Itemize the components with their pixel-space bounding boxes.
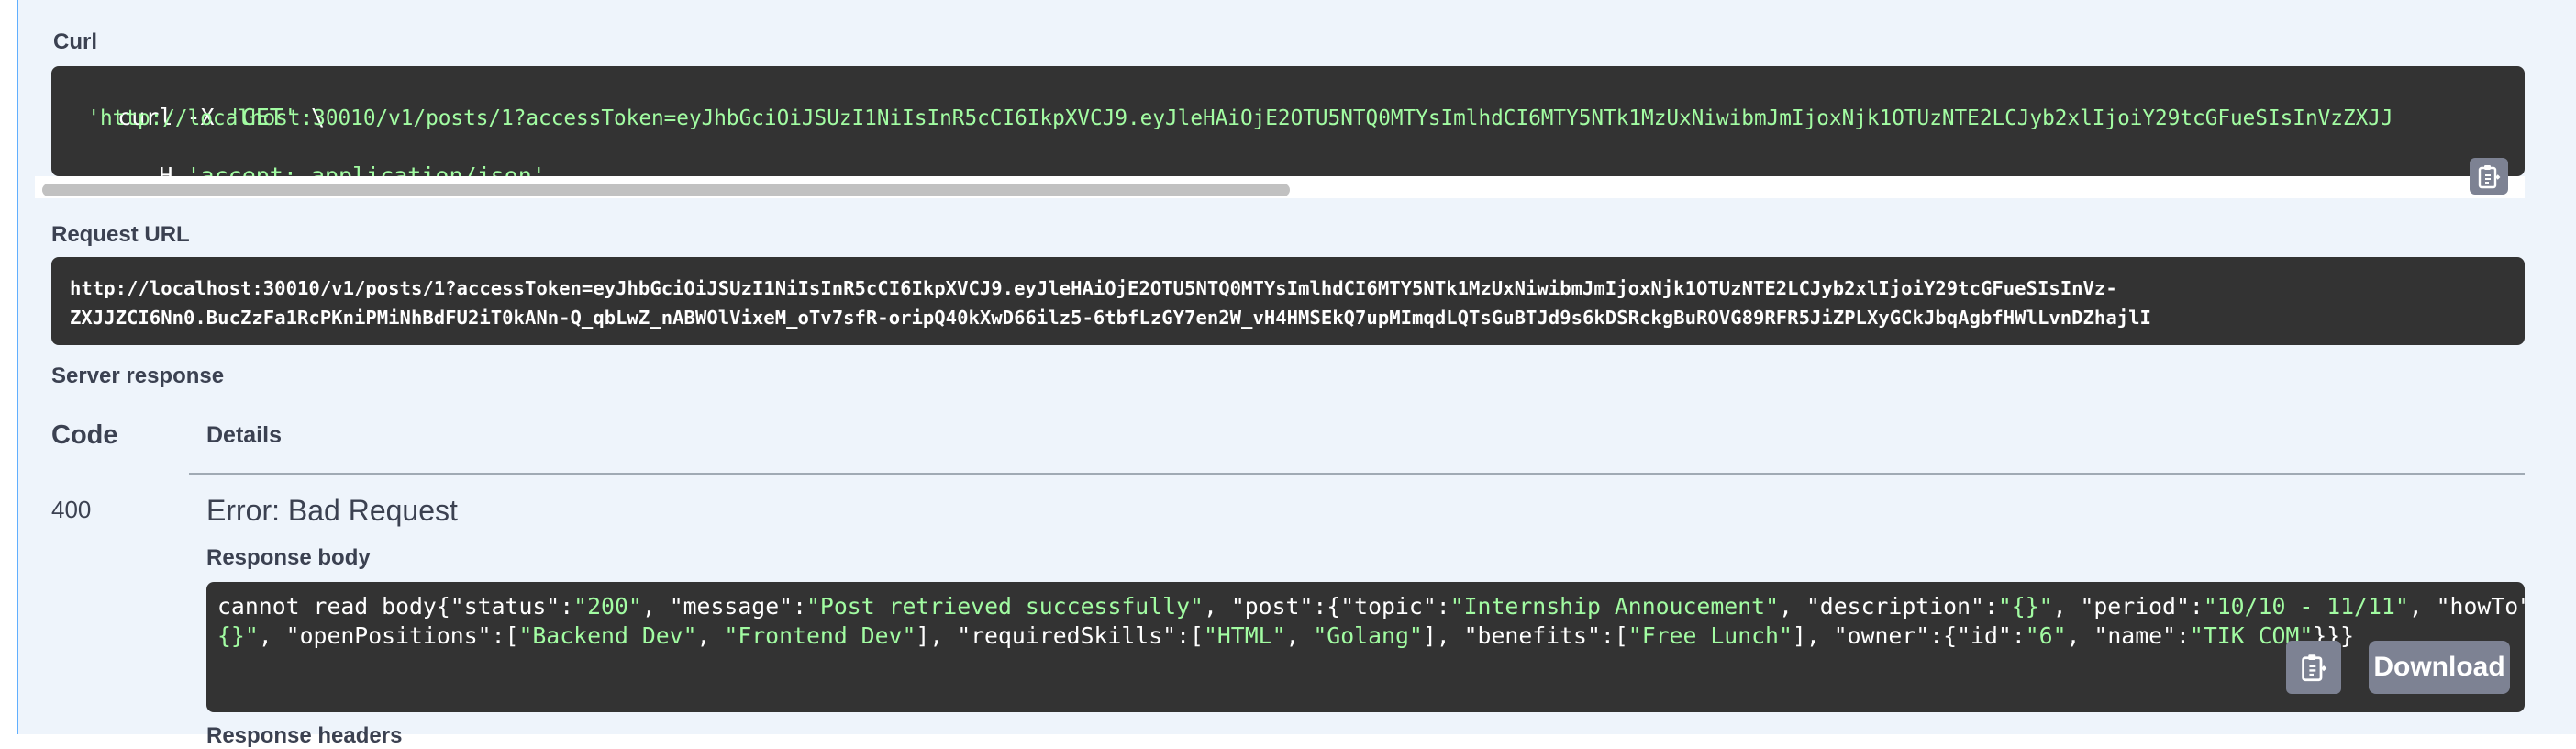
curl-header-flag: -H (117, 162, 187, 176)
response-copy-button[interactable] (2286, 641, 2341, 694)
response-body-token: ], (1792, 622, 1834, 649)
response-body-label: Response body (206, 545, 371, 570)
request-url-line-1: http://localhost:30010/v1/posts/1?access… (70, 277, 2117, 299)
response-body-token: "{}" (1997, 593, 2053, 620)
response-body-token: :[ (1600, 622, 1628, 649)
response-body-token: , (2052, 593, 2081, 620)
response-body-token: , (2066, 622, 2094, 649)
curl-horizontal-scrollbar[interactable] (35, 176, 2525, 198)
response-body-token: :[ (491, 622, 519, 649)
response-body-token: , (258, 622, 286, 649)
table-header-divider (189, 473, 2525, 475)
response-status-code: 400 (51, 496, 92, 523)
response-body-token: "topic" (1340, 593, 1437, 620)
response-body-token: "owner" (1833, 622, 1930, 649)
response-body-token: "openPositions" (285, 622, 492, 649)
request-url-block[interactable]: http://localhost:30010/v1/posts/1?access… (51, 257, 2525, 345)
response-body-token: "6" (2025, 622, 2067, 649)
curl-line-3: -H 'accept: application/json' (62, 136, 546, 176)
server-response-label: Server response (51, 363, 225, 388)
response-body-block[interactable]: cannot read body{"status":"200", "messag… (206, 582, 2525, 712)
response-body-token: , (1203, 593, 1231, 620)
response-body-token: "post" (1230, 593, 1314, 620)
scrollbar-thumb[interactable] (42, 184, 1290, 196)
request-url-line-2: ZXJJZCI6Nn0.BucZzFa1RcPKniPMiNhBdFU2iT0k… (70, 307, 2151, 329)
response-body-token: :{ (1313, 593, 1341, 620)
response-body-token: , (1285, 622, 1314, 649)
response-body-token: "requiredSkills" (957, 622, 1177, 649)
response-body-token: "status" (450, 593, 561, 620)
response-body-token: "benefits" (1463, 622, 1601, 649)
response-body-token: : (2011, 622, 2026, 649)
response-body-token: "Backend Dev" (518, 622, 697, 649)
response-body-token: , (2408, 593, 2437, 620)
request-url-label: Request URL (51, 222, 190, 247)
response-body-token: "period" (2080, 593, 2190, 620)
response-body-token: "Internship Annoucement" (1449, 593, 1779, 620)
response-body-token: : (560, 593, 574, 620)
response-body-token: "id" (1957, 622, 2012, 649)
response-body-token: :[ (1176, 622, 1204, 649)
response-body-token: : (1436, 593, 1450, 620)
response-body-line-1: cannot read body{"status":"200", "messag… (217, 593, 2525, 620)
response-body-token: {}" (217, 622, 259, 649)
curl-code-block[interactable]: curl -X 'GET' \ 'http://localhost:30010/… (51, 66, 2525, 176)
response-body-token: : (793, 593, 806, 620)
response-body-token: : (2189, 593, 2204, 620)
response-error-title: Error: Bad Request (206, 494, 458, 527)
response-body-token: ], (916, 622, 958, 649)
response-body-token: :{ (1929, 622, 1958, 649)
curl-label: Curl (53, 29, 97, 54)
code-column-header: Code (51, 420, 118, 450)
response-body-token: "howTo" (2436, 593, 2525, 620)
response-body-token: "Post retrieved successfully" (806, 593, 1204, 620)
download-button[interactable]: Download (2369, 641, 2510, 694)
response-body-token: "name" (2093, 622, 2176, 649)
response-body-token: "Free Lunch" (1627, 622, 1793, 649)
details-column-header: Details (206, 422, 282, 448)
copy-to-clipboard-icon (2302, 654, 2327, 682)
response-body-token: "HTML" (1203, 622, 1286, 649)
response-body-token: "Golang" (1313, 622, 1423, 649)
response-body-token: , (696, 622, 725, 649)
response-body-token: ], (1422, 622, 1464, 649)
response-headers-label: Response headers (206, 723, 403, 748)
response-body-token: , (1779, 593, 1806, 620)
curl-copy-button[interactable] (2470, 158, 2508, 195)
curl-url: 'http://localhost:30010/v1/posts/1?acces… (62, 106, 2393, 130)
curl-accept-header: 'accept: application/json' (186, 162, 546, 176)
response-body-token: : (1983, 593, 1998, 620)
response-body-token: "Frontend Dev" (724, 622, 916, 649)
response-body-token: "message" (669, 593, 794, 620)
response-body-token: cannot read body{ (217, 593, 450, 620)
response-body-token: "10/10 - 11/11" (2203, 593, 2409, 620)
response-body-token: , (641, 593, 670, 620)
copy-to-clipboard-icon (2478, 165, 2501, 189)
response-body-line-2: {}", "openPositions":["Backend Dev", "Fr… (217, 622, 2354, 649)
response-body-token: : (2175, 622, 2190, 649)
response-body-token: "description" (1805, 593, 1984, 620)
response-body-token: "200" (573, 593, 642, 620)
